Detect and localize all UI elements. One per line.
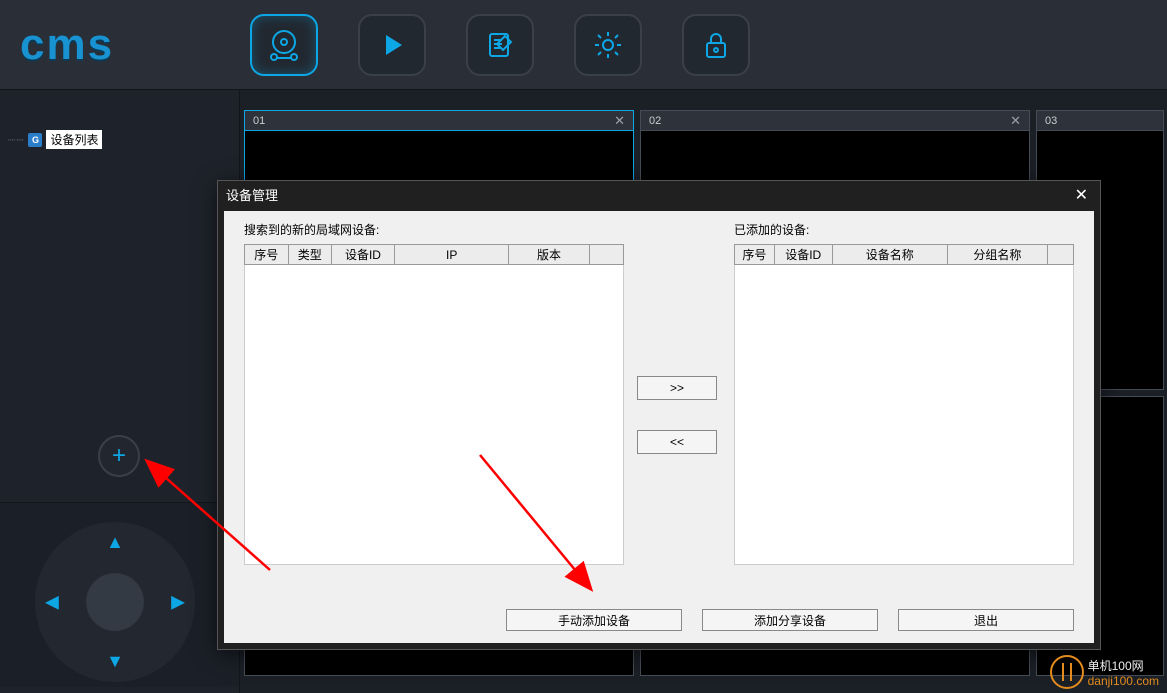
add-share-button[interactable]: 添加分享设备 xyxy=(702,609,878,631)
col-ip[interactable]: IP xyxy=(394,245,509,265)
added-table[interactable]: 序号 设备ID 设备名称 分组名称 xyxy=(734,244,1074,565)
move-right-button[interactable]: >> xyxy=(637,376,717,400)
discovered-table[interactable]: 序号 类型 设备ID IP 版本 xyxy=(244,244,624,565)
dialog-title: 设备管理 xyxy=(226,181,278,211)
pane-label: 02 xyxy=(649,111,661,131)
dialog-footer: 手动添加设备 添加分享设备 退出 xyxy=(506,609,1074,631)
close-icon[interactable]: ✕ xyxy=(614,111,625,131)
nav-settings-button[interactable] xyxy=(574,14,642,76)
nav-play-button[interactable] xyxy=(358,14,426,76)
nav-preview-button[interactable] xyxy=(250,14,318,76)
col-extra[interactable] xyxy=(589,245,623,265)
discovered-body[interactable] xyxy=(245,265,624,565)
nav-log-button[interactable] xyxy=(466,14,534,76)
tree-root-node[interactable]: ┈┈ G 设备列表 xyxy=(8,130,231,149)
watermark-line2: danji100.com xyxy=(1088,674,1159,688)
close-icon[interactable]: ✕ xyxy=(1010,111,1021,131)
col-extra[interactable] xyxy=(1047,245,1073,265)
added-zone: 已添加的设备: 序号 设备ID 设备名称 分组名称 xyxy=(734,221,1074,565)
device-tree[interactable]: ┈┈ G 设备列表 xyxy=(0,90,239,189)
dialog-titlebar[interactable]: 设备管理 ✕ xyxy=(218,181,1100,211)
ptz-panel: ▲ ▼ ◀ ▶ xyxy=(0,502,239,687)
preview-icon xyxy=(267,28,301,62)
col-devid[interactable]: 设备ID xyxy=(774,245,832,265)
pane-label: 03 xyxy=(1045,111,1057,131)
col-group[interactable]: 分组名称 xyxy=(948,245,1048,265)
add-device-button[interactable]: + xyxy=(98,435,140,477)
play-icon xyxy=(378,31,406,59)
exit-button[interactable]: 退出 xyxy=(898,609,1074,631)
col-seq[interactable]: 序号 xyxy=(245,245,289,265)
watermark-line1: 单机100网 xyxy=(1088,657,1159,674)
added-label: 已添加的设备: xyxy=(734,221,1074,238)
topbar: cms xyxy=(0,0,1167,90)
ptz-dpad[interactable]: ▲ ▼ ◀ ▶ xyxy=(35,522,195,682)
tree-root-label: 设备列表 xyxy=(46,130,102,149)
sidebar: ┈┈ G 设备列表 + ▲ ▼ ◀ ▶ xyxy=(0,90,240,693)
ptz-up-icon[interactable]: ▲ xyxy=(106,532,124,553)
device-manage-dialog: 设备管理 ✕ 搜索到的新的局域网设备: 序号 类型 设备ID IP 版本 >> … xyxy=(217,180,1101,650)
col-ver[interactable]: 版本 xyxy=(509,245,589,265)
app-logo: cms xyxy=(20,20,210,70)
discovered-label: 搜索到的新的局域网设备: xyxy=(244,221,624,238)
dialog-body: 搜索到的新的局域网设备: 序号 类型 设备ID IP 版本 >> << 已添加的… xyxy=(224,211,1094,643)
tree-connector: ┈┈ xyxy=(8,133,24,147)
col-devid[interactable]: 设备ID xyxy=(332,245,395,265)
discovered-zone: 搜索到的新的局域网设备: 序号 类型 设备ID IP 版本 xyxy=(244,221,624,565)
pane-tab-02: 02 ✕ xyxy=(641,111,1029,131)
pane-tab-01: 01 ✕ xyxy=(245,111,633,131)
ptz-right-icon[interactable]: ▶ xyxy=(171,592,185,613)
col-seq[interactable]: 序号 xyxy=(735,245,775,265)
tree-root-icon: G xyxy=(28,133,42,147)
plus-icon: + xyxy=(112,442,126,470)
gear-icon xyxy=(592,29,624,61)
nav-lock-button[interactable] xyxy=(682,14,750,76)
lock-icon xyxy=(702,30,730,60)
move-left-button[interactable]: << xyxy=(637,430,717,454)
log-icon xyxy=(485,30,515,60)
added-body[interactable] xyxy=(735,265,1074,565)
watermark-logo-icon xyxy=(1050,655,1084,689)
close-icon[interactable]: ✕ xyxy=(1071,181,1092,211)
pane-label: 01 xyxy=(253,111,265,131)
ptz-left-icon[interactable]: ◀ xyxy=(45,592,59,613)
manual-add-button[interactable]: 手动添加设备 xyxy=(506,609,682,631)
watermark: 单机100网 danji100.com xyxy=(1050,655,1159,689)
ptz-down-icon[interactable]: ▼ xyxy=(106,651,124,672)
pane-tab-03: 03 xyxy=(1037,111,1163,131)
col-name[interactable]: 设备名称 xyxy=(832,245,947,265)
col-type[interactable]: 类型 xyxy=(288,245,332,265)
transfer-buttons: >> << xyxy=(637,376,722,484)
